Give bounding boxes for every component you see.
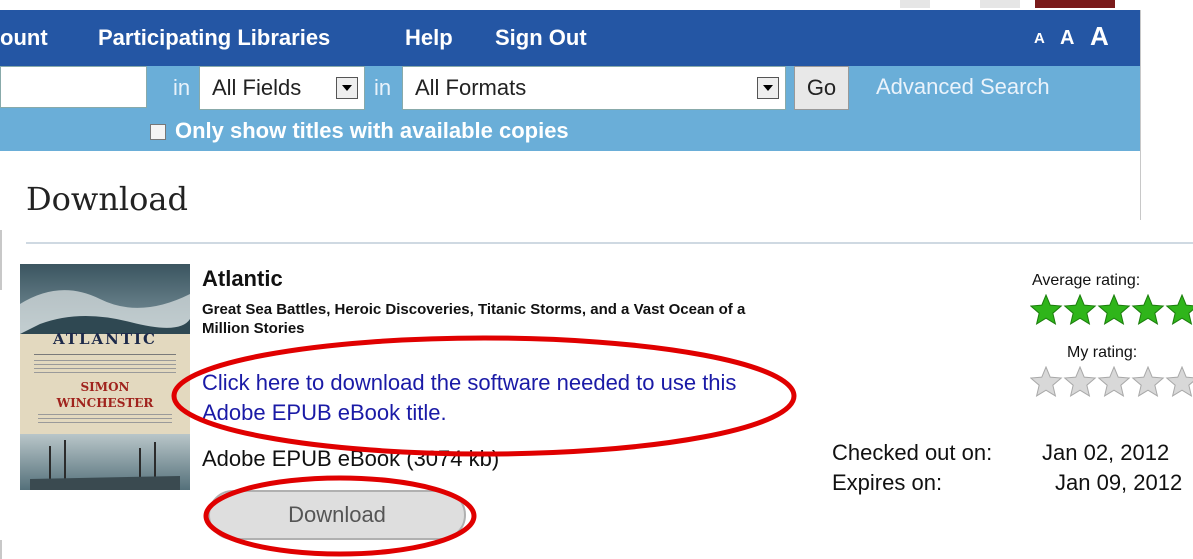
cover-title: ATLANTIC (53, 330, 157, 348)
my-rating-stars[interactable] (1029, 365, 1193, 403)
average-rating-label: Average rating: (1032, 272, 1141, 289)
field-select-value: All Fields (212, 75, 302, 100)
nav-participating-libraries[interactable]: Participating Libraries (98, 10, 330, 66)
format-info: Adobe EPUB eBook (3074 kb) (202, 446, 500, 471)
software-download-link[interactable]: Click here to download the software need… (202, 368, 782, 428)
in-label: in (374, 75, 392, 100)
star-rating (1029, 365, 1193, 397)
search-input[interactable] (0, 66, 147, 108)
star-filled-icon (1063, 293, 1097, 325)
top-nav-bar: ount Participating Libraries Help Sign O… (0, 10, 1140, 66)
nav-help[interactable]: Help (405, 10, 453, 66)
expires-date: Jan 09, 2012 (1055, 470, 1183, 495)
star-empty-icon[interactable] (1165, 365, 1193, 397)
top-edge-tab (1035, 0, 1115, 8)
average-rating-stars (1029, 293, 1193, 331)
available-only-checkbox[interactable] (150, 124, 166, 140)
nav-sign-out[interactable]: Sign Out (495, 10, 587, 66)
star-filled-icon (1165, 293, 1193, 325)
chevron-down-icon (336, 77, 358, 99)
in-label: in (173, 75, 191, 100)
search-bar: in All Fields in All Formats Go Advanced… (0, 66, 1140, 151)
book-title: Atlantic (202, 266, 283, 291)
star-empty-icon[interactable] (1097, 365, 1131, 397)
star-empty-icon[interactable] (1063, 365, 1097, 397)
checked-out-label: Checked out on: (832, 440, 993, 465)
star-filled-icon (1131, 293, 1165, 325)
star-filled-icon (1029, 293, 1063, 325)
advanced-search-link[interactable]: Advanced Search (876, 74, 1050, 100)
page-title: Download (26, 180, 188, 218)
cover-rule (34, 354, 176, 355)
field-select[interactable]: All Fields (199, 66, 365, 110)
cover-author-last: WINCHESTER (56, 396, 154, 410)
chevron-down-icon (757, 77, 779, 99)
book-cover-image[interactable]: ATLANTIC SIMON WINCHESTER (20, 264, 190, 490)
expires-label: Expires on: (832, 470, 943, 495)
top-edge-tab (900, 0, 930, 8)
divider (26, 242, 1193, 244)
format-select[interactable]: All Formats (402, 66, 786, 110)
nav-my-account[interactable]: ount (0, 10, 48, 66)
font-size-medium-button[interactable]: A (1060, 10, 1074, 66)
download-button[interactable]: Download (208, 490, 466, 540)
go-button[interactable]: Go (794, 66, 849, 110)
top-edge-strip (860, 0, 1140, 10)
star-rating (1029, 293, 1193, 325)
left-border (0, 540, 2, 559)
cover-fine-print (38, 414, 172, 424)
font-size-large-button[interactable]: A (1090, 10, 1109, 66)
right-border (1140, 10, 1141, 220)
star-empty-icon[interactable] (1131, 365, 1165, 397)
format-select-value: All Formats (415, 75, 527, 100)
star-filled-icon (1097, 293, 1131, 325)
cover-author-first: SIMON (80, 380, 130, 394)
my-rating-label: My rating: (1067, 344, 1138, 361)
star-empty-icon[interactable] (1029, 365, 1063, 397)
font-size-small-button[interactable]: A (1034, 10, 1045, 66)
top-edge-tab (980, 0, 1020, 8)
cover-fine-print (34, 360, 176, 374)
book-subtitle: Great Sea Battles, Heroic Discoveries, T… (202, 301, 746, 337)
book-cover-art (20, 264, 190, 490)
available-only-label: Only show titles with available copies (175, 118, 569, 143)
left-border (0, 230, 2, 290)
checked-out-date: Jan 02, 2012 (1042, 440, 1170, 465)
